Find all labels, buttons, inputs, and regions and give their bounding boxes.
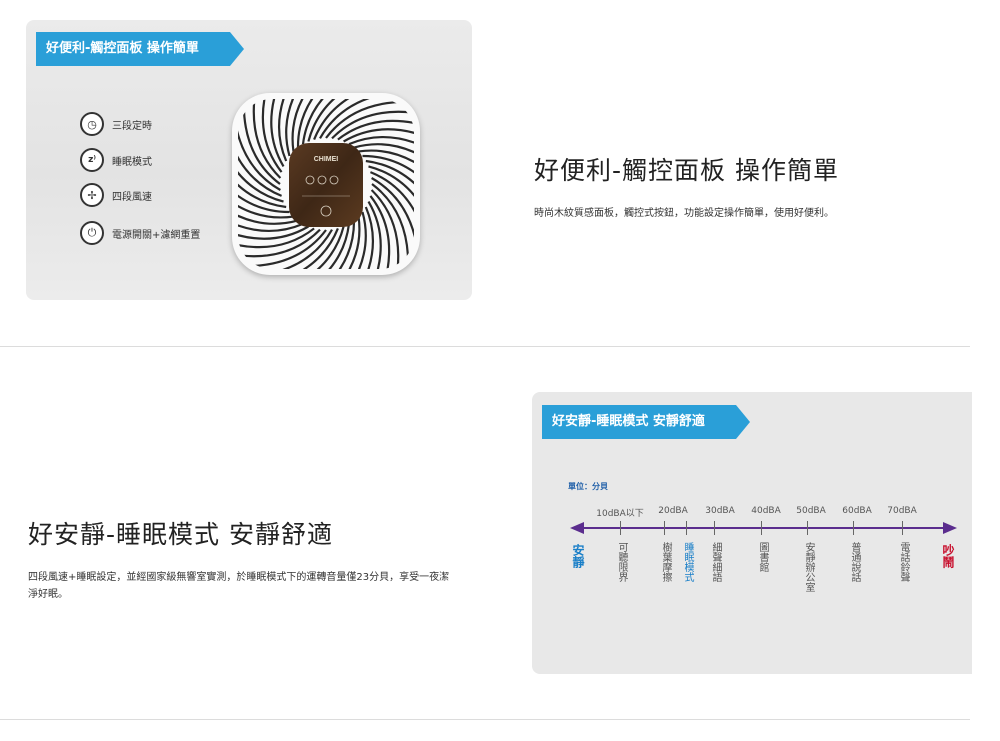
feature-label: 四段風速 — [112, 191, 152, 203]
scale-tick — [807, 521, 808, 535]
fan-icon: ✢ — [80, 183, 104, 207]
noise-axis — [570, 522, 957, 534]
decibel-label: 50dBA — [796, 506, 826, 516]
decibel-label: 30dBA — [705, 506, 735, 516]
scale-tick — [686, 521, 687, 535]
sleep-mode-title: 好安靜-睡眠模式 安靜舒適 — [28, 520, 333, 549]
scale-tick — [902, 521, 903, 535]
sound-example-label: 睡眠模式 — [682, 542, 693, 582]
loud-end-label: 吵鬧 — [941, 544, 955, 568]
sound-example-label: 可聽限界 — [616, 542, 627, 582]
feature-label: 睡眠模式 — [112, 156, 152, 168]
decibel-label: 20dBA — [658, 506, 688, 516]
unit-label: 單位：分貝 — [568, 482, 608, 491]
scale-tick — [761, 521, 762, 535]
section-divider — [0, 346, 970, 347]
scale-tick — [620, 521, 621, 535]
sound-example-label: 安靜辦公室 — [803, 542, 814, 592]
sound-example-label: 細聲細語 — [710, 542, 721, 582]
feature-power: ⏻ 電源開關+濾網重置 — [80, 221, 200, 245]
sleep-mode-description: 四段風速+睡眠設定，並經國家級無響室實測，於睡眠模式下的運轉音量僅23分貝，享受… — [28, 572, 450, 600]
svg-text:CHIMEI: CHIMEI — [314, 156, 339, 163]
decibel-label: 10dBA以下 — [596, 509, 644, 519]
control-panel-card: 好便利-觸控面板 操作簡單 ◷ 三段定時 z⁾ 睡眠模式 ✢ 四段風速 ⏻ 電源… — [26, 20, 472, 300]
power-icon: ⏻ — [80, 221, 104, 245]
decibel-label: 70dBA — [887, 506, 917, 516]
feature-timer: ◷ 三段定時 — [80, 112, 152, 136]
sleep-icon: z⁾ — [80, 148, 104, 172]
purifier-grille: CHIMEI — [238, 99, 414, 269]
timer-icon: ◷ — [80, 112, 104, 136]
sound-example-label: 樹葉摩擦 — [660, 542, 671, 582]
sleep-mode-banner: 好安靜-睡眠模式 安靜舒適 — [542, 405, 750, 439]
sound-example-label: 普通說話 — [849, 542, 860, 582]
quiet-end-label: 安靜 — [571, 544, 585, 568]
scale-tick — [664, 521, 665, 535]
section-divider — [0, 719, 970, 720]
sound-example-label: 圖書館 — [757, 542, 768, 572]
control-panel-title: 好便利-觸控面板 操作簡單 — [534, 156, 839, 185]
control-panel-banner: 好便利-觸控面板 操作簡單 — [36, 32, 244, 66]
feature-label: 三段定時 — [112, 120, 152, 132]
scale-tick — [853, 521, 854, 535]
feature-sleep: z⁾ 睡眠模式 — [80, 148, 152, 172]
air-purifier-image: CHIMEI — [232, 93, 420, 275]
control-panel-description: 時尚木紋質感面板，觸控式按鈕，功能設定操作簡單，使用好便利。 — [534, 208, 834, 219]
feature-label: 電源開關+濾網重置 — [112, 229, 201, 241]
feature-fan: ✢ 四段風速 — [80, 183, 152, 207]
sound-example-label: 電話鈴聲 — [898, 542, 909, 582]
decibel-label: 40dBA — [751, 506, 781, 516]
scale-tick — [714, 521, 715, 535]
decibel-label: 60dBA — [842, 506, 872, 516]
noise-scale-card: 好安靜-睡眠模式 安靜舒適 — [532, 392, 972, 674]
